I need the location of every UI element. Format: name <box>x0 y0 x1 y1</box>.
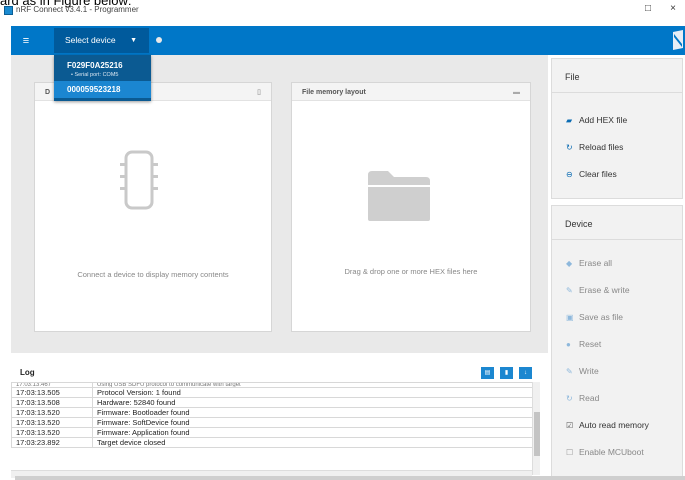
file-panel-title: File <box>552 59 682 93</box>
checkbox-checked-icon: ☑ <box>566 421 574 430</box>
device-panel-title: Device <box>552 206 682 240</box>
log-row: 17:03:13.505 Protocol Version: 1 found <box>11 387 535 398</box>
chip-icon <box>120 150 158 210</box>
file-memory-message: Drag & drop one or more HEX files here <box>344 267 478 276</box>
reload-icon: ↻ <box>566 394 573 403</box>
log-title: Log <box>20 368 35 377</box>
connection-status-dot <box>156 37 162 43</box>
auto-read-memory-toggle[interactable]: ☑ Auto read memory <box>566 417 649 433</box>
log-row: 17:03:13.520 Firmware: SoftDevice found <box>11 417 535 428</box>
folder-open-icon: ▰ <box>566 116 573 125</box>
checkbox-empty-icon: ☐ <box>566 448 574 457</box>
log-row: 17:03:13.520 Firmware: Application found <box>11 427 535 438</box>
pencil-icon: ✎ <box>566 367 573 376</box>
erase-and-write-button[interactable]: ✎ Erase & write <box>566 282 630 298</box>
app-window: nRF Connect v3.4.1 - Programmer □ × ard … <box>0 0 685 480</box>
top-bar: ≡ Select device ▼ <box>11 26 685 55</box>
log-row: 17:03:23.892 Target device closed <box>11 437 535 448</box>
device-memory-message: Connect a device to display memory conte… <box>77 270 229 279</box>
file-memory-card-title: File memory layout ▬ <box>292 83 530 101</box>
clear-files-button[interactable]: ⊖ Clear files <box>566 166 617 182</box>
bottom-scrollbar[interactable] <box>15 476 685 480</box>
device-item-serial-highlighted[interactable]: 000059523218 <box>54 81 151 98</box>
select-device-label: Select device <box>65 35 116 45</box>
log-row: 17:03:13.508 Hardware: 52840 found <box>11 397 535 408</box>
select-device-button[interactable]: Select device ▼ <box>54 28 149 53</box>
sidebar: File ▰ Add HEX file ↻ Reload files ⊖ Clear … <box>548 55 685 480</box>
save-icon: ▣ <box>566 313 574 322</box>
close-button[interactable]: × <box>665 3 681 14</box>
eraser-icon: ◆ <box>566 259 573 268</box>
minus-circle-icon: ⊖ <box>566 170 573 179</box>
file-memory-card: File memory layout ▬ Drag & drop one or … <box>291 82 531 332</box>
device-panel: Device ◆ Erase all ✎ Erase & write ▣ Save a… <box>551 205 683 480</box>
device-item-serial[interactable]: F029F0A25216 <box>67 61 123 70</box>
caption-text: ard as in Figure below: <box>0 0 132 8</box>
log-clear-button[interactable]: ▮ <box>500 367 513 379</box>
read-button[interactable]: ↻ Read <box>566 390 599 406</box>
chip-small-icon: ▯ <box>257 89 261 96</box>
log-row: 17:03:13.520 Firmware: Bootloader found <box>11 407 535 418</box>
device-dropdown: F029F0A25216 • Serial port: COM5 0000595… <box>54 55 151 101</box>
folder-small-icon: ▬ <box>513 89 520 96</box>
erase-all-button[interactable]: ◆ Erase all <box>566 255 612 271</box>
nordic-logo-icon <box>673 30 683 50</box>
reload-icon: ↻ <box>566 143 573 152</box>
pencil-icon: ✎ <box>566 286 573 295</box>
add-hex-file-button[interactable]: ▰ Add HEX file <box>566 112 627 128</box>
reset-button[interactable]: ● Reset <box>566 336 601 352</box>
enable-mcuboot-toggle[interactable]: ☐ Enable MCUboot <box>566 444 644 460</box>
folder-icon <box>368 171 430 221</box>
log-open-file-button[interactable]: ▤ <box>481 367 494 379</box>
maximize-button[interactable]: □ <box>640 3 656 14</box>
log-autoscroll-button[interactable]: ↓ <box>519 367 532 379</box>
device-memory-card: D ▯ Connect a device to display memory c… <box>34 82 272 332</box>
write-button[interactable]: ✎ Write <box>566 363 599 379</box>
file-panel: File ▰ Add HEX file ↻ Reload files ⊖ Clear … <box>551 58 683 199</box>
log-panel: Log ▤ ▮ ↓ 17:03:13.467 Using USB SDFU pr… <box>11 360 548 480</box>
device-item-port: • Serial port: COM5 <box>71 72 119 78</box>
log-table: 17:03:13.467 Using USB SDFU protocol to … <box>11 382 535 448</box>
hamburger-icon[interactable]: ≡ <box>16 33 36 49</box>
save-as-file-button[interactable]: ▣ Save as file <box>566 309 623 325</box>
log-vertical-scrollbar[interactable] <box>532 382 540 475</box>
caret-down-icon: ▼ <box>130 37 137 44</box>
reset-dot-icon: ● <box>566 340 571 349</box>
reload-files-button[interactable]: ↻ Reload files <box>566 139 623 155</box>
log-scroll-thumb[interactable] <box>534 412 540 456</box>
